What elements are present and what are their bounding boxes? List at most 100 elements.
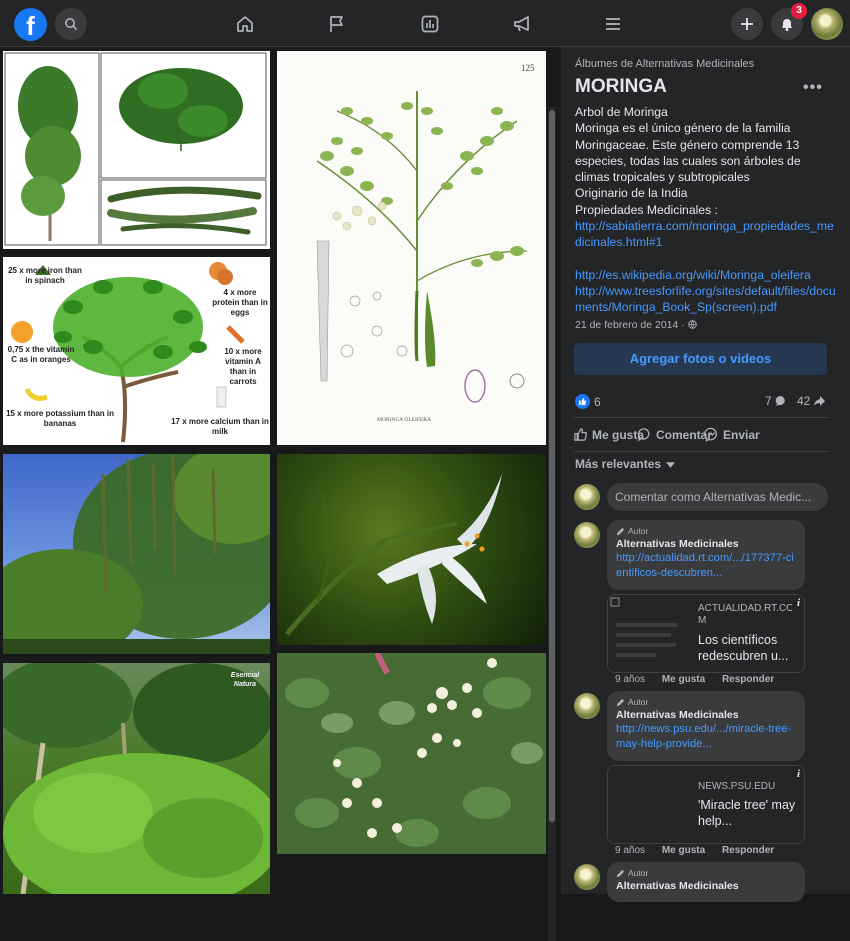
comment-meta: 9 años Me gusta Responder — [615, 674, 788, 685]
divider — [574, 417, 829, 418]
comment-author-avatar[interactable] — [574, 864, 600, 890]
author-tag: Autor — [616, 697, 796, 707]
preview-thumbnail — [608, 766, 688, 843]
desc-line: Moringa es el único género de la familia… — [575, 121, 801, 185]
add-photos-button[interactable]: Agregar fotos o videos — [574, 343, 827, 375]
album-description: Arbol de Moringa Moringa es el único gén… — [575, 104, 837, 316]
photo-moringa-illustration[interactable] — [3, 51, 270, 249]
album-details-panel: Álbumes de Alternativas Medicinales MORI… — [561, 47, 850, 902]
photo-moringa-foliage[interactable]: Esencial Natura — [3, 663, 270, 894]
info-icon[interactable]: i — [792, 766, 804, 782]
comment-author-avatar[interactable] — [574, 693, 600, 719]
send-button[interactable]: Enviar — [704, 427, 760, 442]
comment-author-name[interactable]: Alternativas Medicinales — [616, 880, 796, 892]
share-count-icon — [814, 396, 826, 406]
create-button[interactable] — [731, 8, 763, 40]
desc-line: Originario de la India — [575, 186, 688, 201]
comment-reply-button[interactable]: Responder — [722, 674, 774, 685]
sabiatierra-link[interactable]: http://sabiatierra.com/moringa_propiedad… — [575, 218, 837, 251]
link-preview-card[interactable]: ACTUALIDAD.RT.COM Los científicos redesc… — [607, 594, 805, 673]
thumbs-up-icon — [574, 428, 588, 441]
preview-title: Los científicos redescubren u... — [698, 633, 789, 663]
top-navigation-bar: f 3 — [0, 0, 850, 47]
plus-icon — [741, 18, 753, 30]
home-tab[interactable] — [233, 12, 257, 36]
photo-nutrition-infographic[interactable]: 25 x more iron than in spinach 4 x more … — [3, 257, 270, 445]
comment-icon — [637, 428, 650, 442]
pages-tab[interactable] — [325, 12, 349, 36]
preview-thumbnail — [608, 595, 688, 672]
photo-moringa-tree-sky[interactable] — [3, 454, 270, 654]
menu-icon — [606, 18, 620, 30]
iron-label: 25 x more iron than in spinach — [8, 266, 82, 285]
calcium-label: 17 x more calcium than in milk — [171, 417, 269, 436]
ads-tab[interactable] — [510, 12, 534, 36]
preview-domain: ACTUALIDAD.RT.COM — [698, 603, 794, 626]
comment-bubble: Autor Alternativas Medicinales http://ne… — [607, 691, 805, 761]
author-tag-label: Autor — [628, 697, 649, 707]
pencil-icon — [616, 869, 625, 877]
comment-input[interactable]: Comentar como Alternativas Medic... — [607, 483, 828, 511]
like-button[interactable]: Me gusta — [573, 427, 644, 442]
globe-icon — [687, 320, 697, 329]
album-title: MORINGA — [575, 76, 667, 97]
botanical-plate-number: 125 — [521, 63, 535, 73]
comment-reply-button[interactable]: Responder — [722, 845, 774, 856]
comment-author-avatar[interactable] — [574, 522, 600, 548]
photo-moringa-flower[interactable] — [277, 454, 546, 645]
pencil-icon — [616, 698, 625, 706]
comment-meta: 9 años Me gusta Responder — [615, 845, 788, 856]
comment-like-button[interactable]: Me gusta — [662, 674, 705, 685]
photo-grid: 125 MORINGA OLEIFERA 25 x more iron than… — [0, 47, 560, 941]
author-tag-label: Autor — [628, 868, 649, 878]
likes-summary[interactable]: 6 — [575, 394, 601, 409]
pencil-icon — [616, 527, 625, 535]
photo-botanical-plate[interactable]: 125 MORINGA OLEIFERA — [277, 51, 546, 445]
comment-button[interactable]: Comentar — [637, 427, 712, 442]
treesforlife-link[interactable]: http://www.treesforlife.org/sites/defaul… — [575, 283, 837, 316]
insights-tab[interactable] — [418, 12, 442, 36]
comment-sort-dropdown[interactable]: Más relevantes — [575, 457, 676, 471]
comment-link[interactable]: http://news.psu.edu/.../miracle-tree-may… — [616, 722, 796, 752]
messenger-icon — [704, 427, 717, 442]
comment-link[interactable]: http://actualidad.rt.com/.../177377-cien… — [616, 551, 796, 581]
account-avatar[interactable] — [811, 8, 843, 40]
watermark-text: Esencial Natura — [230, 672, 260, 688]
comment-author-name[interactable]: Alternativas Medicinales — [616, 538, 796, 550]
author-tag: Autor — [616, 868, 796, 878]
more-options-button[interactable]: ••• — [803, 79, 823, 97]
search-button[interactable] — [55, 8, 87, 40]
info-icon[interactable]: i — [792, 595, 804, 611]
date-text: 21 de febrero de 2014 · — [575, 319, 685, 331]
comment-bubble: Autor Alternativas Medicinales — [607, 862, 805, 902]
protein-label: 4 x more protein than in eggs — [212, 288, 268, 317]
comment-age[interactable]: 9 años — [615, 674, 645, 685]
comment-bubble: Autor Alternativas Medicinales http://ac… — [607, 520, 805, 590]
link-preview-card[interactable]: NEWS.PSU.EDU 'Miracle tree' may help... … — [607, 765, 805, 844]
album-owner-label[interactable]: Álbumes de Alternativas Medicinales — [575, 58, 754, 70]
sort-label: Más relevantes — [575, 457, 662, 471]
caret-down-icon — [666, 462, 676, 468]
potassium-label: 15 x more potassium than in bananas — [5, 409, 115, 428]
comments-summary[interactable]: 7 — [765, 394, 787, 408]
notifications-badge: 3 — [791, 3, 807, 19]
photo-moringa-blossoms[interactable] — [277, 653, 546, 854]
botanical-plate-caption: MORINGA OLEIFERA — [377, 417, 431, 423]
megaphone-icon — [514, 16, 529, 32]
vitamin-c-label: 0,75 x the vitamin C as in oranges — [7, 345, 75, 364]
divider — [574, 451, 829, 452]
shares-count: 42 — [797, 394, 811, 408]
facebook-logo[interactable]: f — [14, 8, 47, 41]
menu-tab[interactable] — [601, 12, 625, 36]
comment-age[interactable]: 9 años — [615, 845, 645, 856]
flag-icon — [330, 16, 343, 32]
wikipedia-link[interactable]: http://es.wikipedia.org/wiki/Moringa_ole… — [575, 267, 837, 283]
home-icon — [237, 16, 253, 32]
preview-domain: NEWS.PSU.EDU — [698, 781, 776, 792]
post-date[interactable]: 21 de febrero de 2014 · — [575, 319, 697, 331]
commenter-avatar[interactable] — [574, 484, 600, 510]
scrollbar-thumb[interactable] — [549, 110, 555, 822]
comment-like-button[interactable]: Me gusta — [662, 845, 705, 856]
comment-author-name[interactable]: Alternativas Medicinales — [616, 709, 796, 721]
shares-summary[interactable]: 42 — [797, 394, 826, 408]
